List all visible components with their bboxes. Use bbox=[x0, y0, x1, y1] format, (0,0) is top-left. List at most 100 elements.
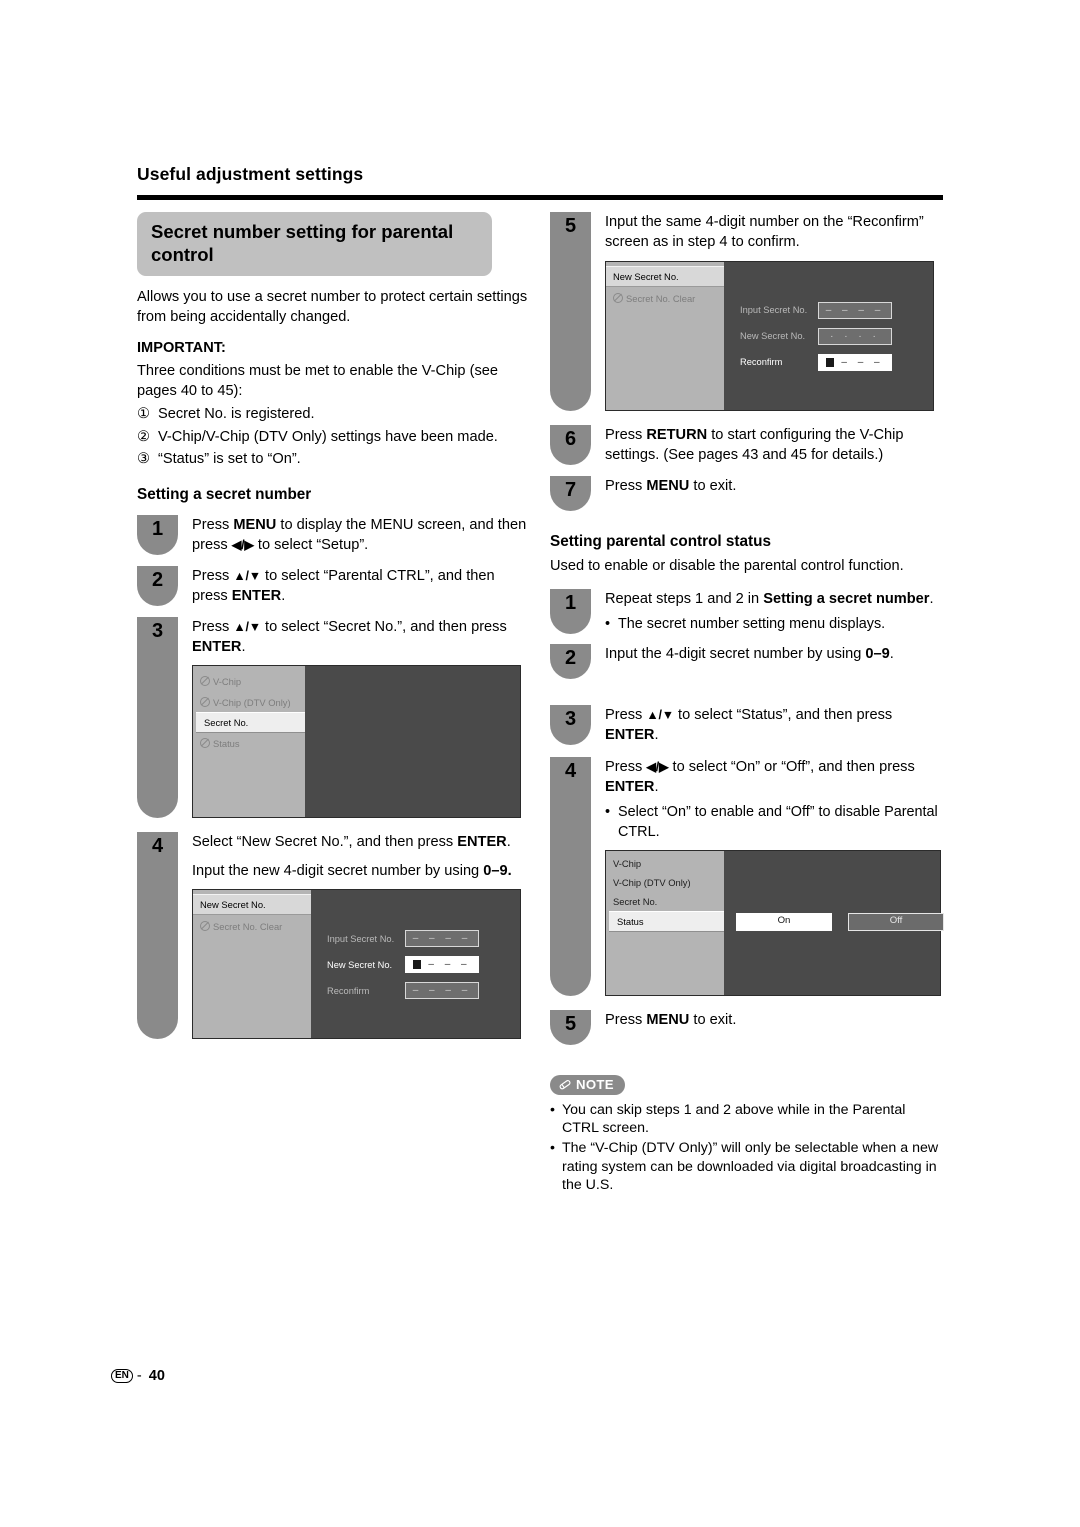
tv-menu-item-label: New Secret No. bbox=[613, 270, 679, 282]
step-text: Press RETURN to start configuring the V-… bbox=[591, 425, 943, 465]
stepb3-text-a: Press bbox=[605, 707, 647, 724]
tv-menu-item-label: V-Chip (DTV Only) bbox=[613, 876, 691, 888]
tv-menu-item-vchip-dtv[interactable]: V-Chip (DTV Only) bbox=[193, 691, 305, 712]
tv-menu-item-new-secret-no[interactable]: New Secret No. bbox=[193, 894, 316, 916]
field-value: – – – bbox=[841, 356, 884, 368]
field-value-box[interactable]: – – – – bbox=[818, 302, 892, 320]
status-off-button[interactable]: Off bbox=[848, 912, 944, 931]
field-value: – – – – bbox=[412, 985, 472, 997]
step-b1: 1 Repeat steps 1 and 2 in Setting a secr… bbox=[550, 588, 943, 635]
tv-menu-item-vchip-dtv[interactable]: V-Chip (DTV Only) bbox=[606, 873, 724, 892]
step-text: Press ◀/▶ to select “On” or “Off”, and t… bbox=[591, 757, 944, 996]
step-5: 5 Input the same 4-digit number on the “… bbox=[550, 212, 943, 412]
step-bullet: • Select “On” to enable and “Off” to dis… bbox=[605, 803, 943, 841]
field-value-box[interactable]: – – – – bbox=[405, 982, 479, 1000]
tv-menu-item-vchip[interactable]: V-Chip bbox=[193, 670, 305, 691]
step3-text-c: to select “Secret No.”, and then press bbox=[260, 619, 507, 636]
note-badge: NOTE bbox=[550, 1074, 625, 1095]
tv-screen-content-area: Input Secret No. – – – – New Secret No. … bbox=[724, 262, 933, 411]
step-text: Input the same 4-digit number on the “Re… bbox=[591, 212, 943, 412]
step-text: Press ▲/▼ to select “Parental CTRL”, and… bbox=[178, 566, 530, 606]
field-label: Reconfirm bbox=[740, 357, 783, 368]
tv-menu-item-secret-no-clear[interactable]: Secret No. Clear bbox=[193, 915, 311, 936]
step-number-badge: 6 bbox=[550, 425, 591, 466]
field-value-box[interactable]: – – – – bbox=[405, 930, 479, 948]
step-text: Input the 4-digit secret number by using… bbox=[591, 644, 943, 679]
step-text: Repeat steps 1 and 2 in Setting a secret… bbox=[591, 589, 943, 635]
tv-menu-item-status[interactable]: Status bbox=[193, 733, 305, 754]
tv-screen-content-area: On Off bbox=[724, 850, 944, 995]
step-7: 7 Press MENU to exit. bbox=[550, 476, 943, 512]
field-value: – – – – bbox=[825, 304, 885, 316]
tv-menu-item-new-secret-no[interactable]: New Secret No. bbox=[606, 266, 729, 287]
step-b3: 3 Press ▲/▼ to select “Status”, and then… bbox=[550, 705, 943, 746]
right-column: 5 Input the same 4-digit number on the “… bbox=[550, 212, 944, 1195]
field-reconfirm: Reconfirm – – – bbox=[740, 354, 892, 372]
tv-menu-item-status[interactable]: Status bbox=[609, 911, 728, 933]
step1-text-e: to select “Setup”. bbox=[253, 536, 369, 553]
stepb5-text-c: to exit. bbox=[689, 1011, 737, 1028]
field-value: – – – – bbox=[412, 933, 472, 945]
stepb4-key-enter: ENTER bbox=[605, 778, 655, 795]
tv-menu-item-vchip[interactable]: V-Chip bbox=[606, 855, 724, 874]
field-new-secret-no: New Secret No. – – – bbox=[327, 956, 479, 974]
condition-item: ① Secret No. is registered. bbox=[137, 405, 530, 425]
prohibited-icon bbox=[200, 675, 210, 686]
prohibited-icon bbox=[200, 920, 210, 931]
bullet-icon: • bbox=[605, 616, 611, 633]
step7-key-menu: MENU bbox=[646, 478, 690, 495]
stepb1-ref: Setting a secret number bbox=[763, 590, 930, 607]
step1-text-a: Press bbox=[192, 516, 234, 533]
page-number: 40 bbox=[148, 1368, 165, 1384]
tv-screen-status-menu: V-Chip V-Chip (DTV Only) Secret No. Stat… bbox=[605, 849, 944, 996]
left-right-arrow-icon: ◀/▶ bbox=[231, 537, 254, 552]
step-number-badge: 2 bbox=[550, 644, 591, 680]
field-value: · · · · bbox=[830, 330, 880, 342]
left-right-arrow-icon: ◀/▶ bbox=[646, 760, 669, 775]
condition-item: ③ “Status” is set to “On”. bbox=[137, 450, 530, 470]
step-number-badge: 1 bbox=[137, 514, 178, 556]
tv-menu-item-secret-no-clear[interactable]: Secret No. Clear bbox=[606, 287, 724, 308]
status-on-button[interactable]: On bbox=[736, 912, 832, 931]
field-reconfirm: Reconfirm – – – – bbox=[327, 982, 479, 1000]
tv-menu-item-secret-no[interactable]: Secret No. bbox=[606, 892, 724, 911]
field-value-box[interactable]: · · · · bbox=[818, 328, 892, 346]
bullet-icon: • bbox=[605, 804, 611, 821]
condition-item: ② V-Chip/V-Chip (DTV Only) settings have… bbox=[137, 428, 530, 448]
tv-screen-reconfirm: New Secret No. Secret No. Clear Input Se… bbox=[605, 261, 934, 412]
language-badge: EN bbox=[111, 1368, 133, 1384]
step3-key-enter: ENTER bbox=[192, 638, 242, 655]
tv-menu-item-label: V-Chip bbox=[613, 858, 642, 870]
tv-menu-item-secret-no[interactable]: Secret No. bbox=[196, 712, 309, 733]
stepb1-text-a: Repeat steps 1 and 2 in bbox=[605, 590, 764, 607]
important-text: Three conditions must be met to enable t… bbox=[137, 363, 498, 399]
tv-screen-content-area bbox=[305, 666, 520, 818]
status-toggle-group: On Off bbox=[736, 912, 944, 931]
step7-text-c: to exit. bbox=[689, 478, 737, 495]
step7-text-a: Press bbox=[605, 478, 647, 495]
prohibited-icon bbox=[613, 292, 623, 303]
stepb1-bullet-text: The secret number setting menu displays. bbox=[618, 616, 886, 633]
step2-text-e: . bbox=[281, 587, 286, 604]
text-cursor bbox=[413, 960, 422, 970]
pencil-icon bbox=[558, 1078, 573, 1091]
step-b4: 4 Press ◀/▶ to select “On” or “Off”, and… bbox=[550, 757, 944, 996]
step5-text: Input the same 4-digit number on the “Re… bbox=[605, 214, 924, 250]
step-number-badge: 7 bbox=[550, 476, 591, 512]
page-footer: EN - 40 bbox=[111, 1368, 165, 1384]
subhead-setting-a-secret-number: Setting a secret number bbox=[137, 485, 312, 503]
tv-menu-item-label: Status bbox=[213, 738, 240, 750]
step-number-badge: 5 bbox=[550, 212, 591, 412]
field-value-box[interactable]: – – – bbox=[405, 956, 479, 974]
field-label: New Secret No. bbox=[740, 331, 806, 342]
section-intro: Allows you to use a secret number to pro… bbox=[137, 289, 528, 325]
stepb4-text-a: Press bbox=[605, 759, 647, 776]
left-column: Secret number setting for parental contr… bbox=[137, 212, 530, 1040]
note-badge-label: NOTE bbox=[576, 1076, 614, 1092]
note-item: • You can skip steps 1 and 2 above while… bbox=[550, 1101, 943, 1138]
step2-key-enter: ENTER bbox=[231, 587, 282, 604]
stepb2-text-a: Input the 4-digit secret number by using bbox=[605, 646, 866, 663]
tv-screen-vchip-menu: V-Chip V-Chip (DTV Only) Secret No. Stat… bbox=[192, 665, 521, 819]
header-rule bbox=[137, 195, 943, 200]
field-value-box[interactable]: – – – bbox=[818, 354, 892, 372]
